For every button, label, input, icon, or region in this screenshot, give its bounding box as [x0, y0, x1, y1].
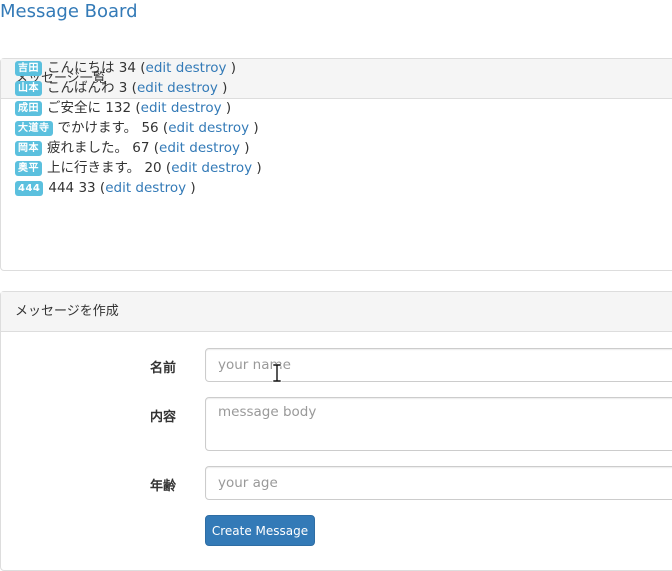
message-age: 67: [132, 140, 150, 156]
close-paren: ): [221, 100, 232, 116]
message-age: 34: [118, 60, 136, 76]
age-input[interactable]: [205, 466, 672, 500]
destroy-link[interactable]: destroy: [176, 58, 227, 78]
message-body: ご安全に: [47, 100, 101, 116]
brand-link[interactable]: Message Board: [0, 2, 138, 22]
open-paren: (: [149, 140, 160, 156]
open-paren: (: [135, 60, 146, 76]
message-row: 奥平 上に行きます。 20 (edit destroy ): [15, 158, 262, 178]
message-list: 吉田 こんにちは 34 (edit destroy ) 山本 こんばんわ 3 (edi…: [15, 58, 262, 198]
name-label: 名前: [149, 361, 176, 376]
author-badge: 大道寺: [15, 120, 53, 136]
message-body: 444: [48, 180, 75, 196]
message-age: 132: [105, 100, 132, 116]
message-body: こんにちは: [47, 60, 115, 76]
close-paren: ): [186, 180, 196, 196]
close-paren: ): [252, 160, 262, 176]
open-paren: (: [161, 160, 172, 176]
message-row: 岡本 疲れました。 67 (edit destroy ): [15, 138, 262, 158]
open-paren: (: [158, 120, 169, 136]
author-badge: 吉田: [15, 60, 42, 76]
message-row: 吉田 こんにちは 34 (edit destroy ): [15, 58, 262, 78]
destroy-link[interactable]: destroy: [201, 158, 252, 178]
message-form-heading: メッセージを作成: [1, 292, 672, 332]
close-paren: ): [217, 80, 228, 96]
age-label: 年齢: [149, 479, 176, 494]
destroy-link[interactable]: destroy: [171, 98, 222, 118]
close-paren: ): [239, 140, 250, 156]
body-input[interactable]: [205, 397, 672, 451]
close-paren: ): [226, 60, 237, 76]
destroy-link[interactable]: destroy: [167, 78, 218, 98]
destroy-link[interactable]: destroy: [189, 138, 240, 158]
message-body: 上に行きます。: [47, 160, 141, 176]
message-row: 成田 ご安全に 132 (edit destroy ): [15, 98, 262, 118]
edit-link[interactable]: edit: [141, 98, 167, 118]
author-badge: 奥平: [15, 160, 42, 176]
message-age: 20: [144, 160, 162, 176]
edit-link[interactable]: edit: [146, 58, 172, 78]
create-message-button[interactable]: Create Message: [205, 515, 315, 546]
body-label: 内容: [149, 410, 176, 425]
destroy-link[interactable]: destroy: [198, 118, 249, 138]
author-badge: 444: [15, 180, 44, 196]
message-row: 444 444 33 (edit destroy ): [15, 178, 262, 198]
edit-link[interactable]: edit: [159, 138, 185, 158]
destroy-link[interactable]: destroy: [135, 178, 186, 198]
message-age: 33: [78, 180, 96, 196]
message-row: 山本 こんばんわ 3 (edit destroy ): [15, 78, 262, 98]
text-cursor-icon: [272, 364, 282, 382]
close-paren: ): [249, 120, 259, 136]
open-paren: (: [127, 80, 137, 96]
open-paren: (: [131, 100, 141, 116]
open-paren: (: [95, 180, 106, 196]
edit-link[interactable]: edit: [105, 178, 131, 198]
message-row: 大道寺 でかけます。 56 (edit destroy ): [15, 118, 262, 138]
message-body: でかけます。: [57, 120, 138, 136]
message-age: 3: [118, 80, 128, 96]
message-body: 疲れました。: [47, 140, 128, 156]
message-body: こんばんわ: [47, 80, 115, 96]
edit-link[interactable]: edit: [137, 78, 163, 98]
author-badge: 岡本: [15, 140, 42, 156]
edit-link[interactable]: edit: [168, 118, 194, 138]
author-badge: 山本: [15, 80, 42, 96]
message-age: 56: [141, 120, 159, 136]
edit-link[interactable]: edit: [171, 158, 197, 178]
author-badge: 成田: [15, 100, 42, 116]
